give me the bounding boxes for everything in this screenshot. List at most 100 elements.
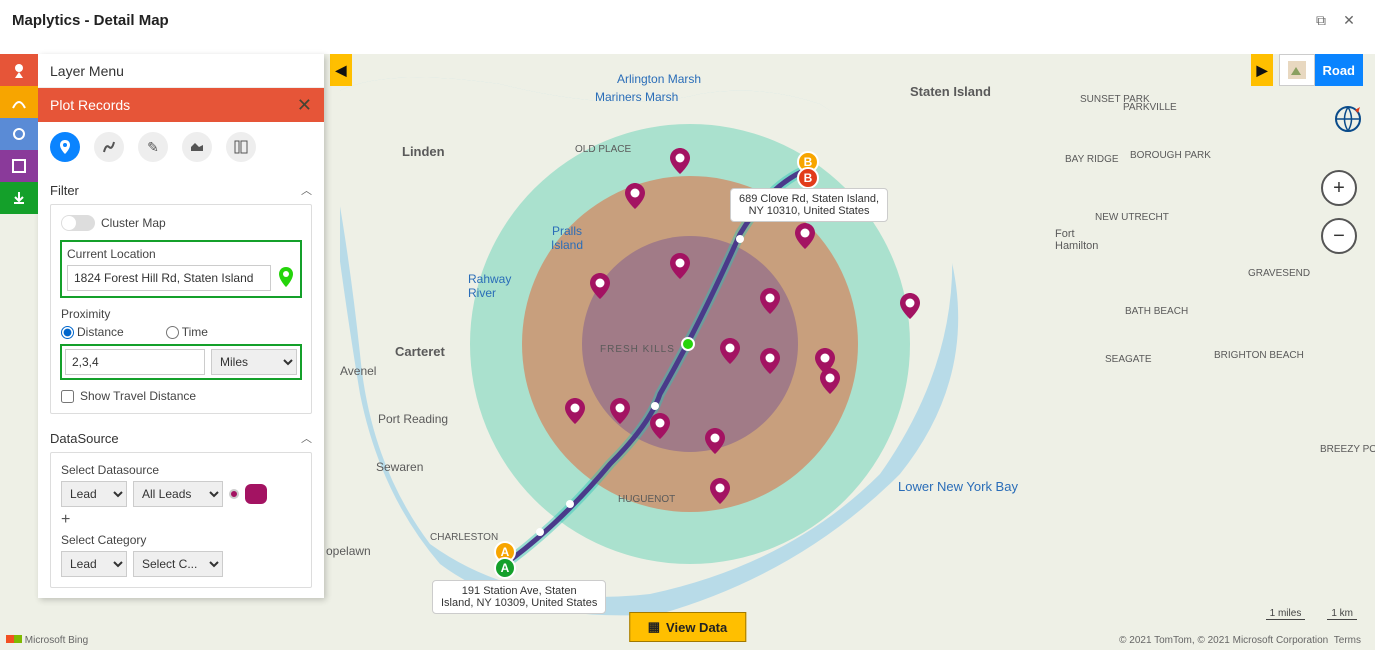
zoom-out-button[interactable]: − xyxy=(1321,218,1357,254)
map-label: Rahway River xyxy=(468,272,518,300)
panel-collapse-right[interactable]: ▶ xyxy=(1251,54,1273,86)
map-label: Linden xyxy=(402,144,445,159)
map-label: Sewaren xyxy=(376,460,423,474)
layer-menu-title: Layer Menu xyxy=(50,63,124,79)
center-point xyxy=(681,337,695,351)
map-pin[interactable] xyxy=(565,398,585,424)
datasource-entity-select[interactable]: Lead xyxy=(61,481,127,507)
map-label: Avenel xyxy=(340,364,376,378)
map-label: BATH BEACH xyxy=(1125,306,1188,317)
map-label: NEW UTRECHT xyxy=(1095,212,1169,223)
map-label: BRIGHTON BEACH xyxy=(1214,350,1304,361)
pin-color-swatch[interactable] xyxy=(245,484,267,504)
map-label: HUGUENOT xyxy=(618,494,675,505)
leftbar-download[interactable] xyxy=(0,182,38,214)
tab-location[interactable] xyxy=(50,132,80,162)
cluster-map-toggle[interactable] xyxy=(61,215,95,231)
show-travel-checkbox[interactable]: Show Travel Distance xyxy=(61,389,301,403)
plot-records-title: Plot Records xyxy=(50,97,130,113)
globe-icon[interactable] xyxy=(1333,104,1363,139)
map-label: Lower New York Bay xyxy=(898,479,1018,494)
map-pin[interactable] xyxy=(650,413,670,439)
datasource-view-select[interactable]: All Leads xyxy=(133,481,223,507)
map-label: opelawn xyxy=(326,544,371,558)
map-pin[interactable] xyxy=(760,348,780,374)
close-panel-icon[interactable]: ✕ xyxy=(297,95,312,116)
map-label: CHARLESTON xyxy=(430,532,498,543)
map-label: BAY RIDGE xyxy=(1065,154,1119,165)
map-pin[interactable] xyxy=(625,183,645,209)
map-label: BREEZY POI xyxy=(1320,444,1375,455)
tab-region[interactable] xyxy=(94,132,124,162)
panel-collapse-left[interactable]: ◀ xyxy=(330,54,352,86)
map-label: Staten Island xyxy=(910,84,991,99)
leftbar-plot[interactable] xyxy=(0,54,38,86)
leftbar-territory[interactable] xyxy=(0,150,38,182)
tab-template[interactable] xyxy=(226,132,256,162)
map-pin[interactable] xyxy=(670,148,690,174)
leftbar-poi[interactable] xyxy=(0,118,38,150)
leftbar-route[interactable] xyxy=(0,86,38,118)
category-entity-select[interactable]: Lead xyxy=(61,551,127,577)
map-pin[interactable] xyxy=(590,273,610,299)
proximity-label: Proximity xyxy=(61,307,301,321)
map-pin[interactable] xyxy=(610,398,630,424)
annotation-b: 689 Clove Rd, Staten Island,NY 10310, Un… xyxy=(730,188,888,222)
location-pin-icon[interactable] xyxy=(277,266,295,291)
map-label: Pralls Island xyxy=(547,224,587,252)
map-type-thumb[interactable] xyxy=(1279,54,1315,86)
chevron-up-icon[interactable]: ︿ xyxy=(301,430,312,446)
map-type-road[interactable]: Road xyxy=(1315,54,1364,86)
map-pin[interactable] xyxy=(720,338,740,364)
datasource-header[interactable]: DataSource xyxy=(50,431,119,446)
side-panel: Layer Menu Plot Records ✕ ✎ Filter ︿ Clu xyxy=(38,54,324,598)
map-label: GRAVESEND xyxy=(1248,268,1310,279)
select-category-label: Select Category xyxy=(61,533,301,547)
map-pin[interactable] xyxy=(710,478,730,504)
select-datasource-label: Select Datasource xyxy=(61,463,301,477)
proximity-value-input[interactable] xyxy=(65,349,205,375)
tab-territory[interactable] xyxy=(182,132,212,162)
current-location-label: Current Location xyxy=(67,247,295,261)
view-data-button[interactable]: ▦ View Data xyxy=(629,612,746,642)
radio-distance[interactable]: Distance xyxy=(61,325,124,339)
app-title: Maplytics - Detail Map xyxy=(12,12,169,29)
bing-logo: Microsoft Bing xyxy=(6,635,88,646)
table-icon: ▦ xyxy=(648,619,660,635)
annotation-a: 191 Station Ave, StatenIsland, NY 10309,… xyxy=(432,580,606,614)
current-location-input[interactable] xyxy=(67,265,271,291)
map-label: OLD PLACE xyxy=(575,144,631,155)
map-pin[interactable] xyxy=(900,293,920,319)
pin-color-dot[interactable] xyxy=(229,489,239,499)
map-label: BOROUGH PARK xyxy=(1130,150,1211,161)
map-label: FRESH KILLS xyxy=(600,344,675,355)
map-label: Mariners Marsh xyxy=(595,90,678,104)
map-label: Arlington Marsh xyxy=(617,72,701,86)
category-view-select[interactable]: Select C... xyxy=(133,551,223,577)
popout-icon[interactable]: ⧉ xyxy=(1307,6,1335,34)
radio-time[interactable]: Time xyxy=(166,325,208,339)
map-label: Carteret xyxy=(395,344,445,359)
cluster-map-label: Cluster Map xyxy=(101,216,166,230)
tab-draw[interactable]: ✎ xyxy=(138,132,168,162)
map-pin[interactable] xyxy=(705,428,725,454)
marker-a2: A xyxy=(494,557,516,579)
marker-b2: B xyxy=(797,167,819,189)
filter-header[interactable]: Filter xyxy=(50,183,79,198)
close-icon[interactable]: ✕ xyxy=(1335,6,1363,34)
map-pin[interactable] xyxy=(760,288,780,314)
map-credits: © 2021 TomTom, © 2021 Microsoft Corporat… xyxy=(1119,635,1361,646)
map-label: PARKVILLE xyxy=(1123,102,1177,113)
scale-bar: 1 miles 1 km xyxy=(1266,608,1357,620)
map-label: Port Reading xyxy=(378,412,448,426)
zoom-in-button[interactable]: + xyxy=(1321,170,1357,206)
map-pin[interactable] xyxy=(820,368,840,394)
terms-link[interactable]: Terms xyxy=(1334,635,1361,646)
map-pin[interactable] xyxy=(670,253,690,279)
map-label: Fort Hamilton xyxy=(1055,228,1105,252)
map-pin[interactable] xyxy=(795,223,815,249)
chevron-up-icon[interactable]: ︿ xyxy=(301,182,312,198)
proximity-unit-select[interactable]: Miles xyxy=(211,349,297,375)
add-datasource-button[interactable]: + xyxy=(61,507,301,529)
map-label: SEAGATE xyxy=(1105,354,1152,365)
